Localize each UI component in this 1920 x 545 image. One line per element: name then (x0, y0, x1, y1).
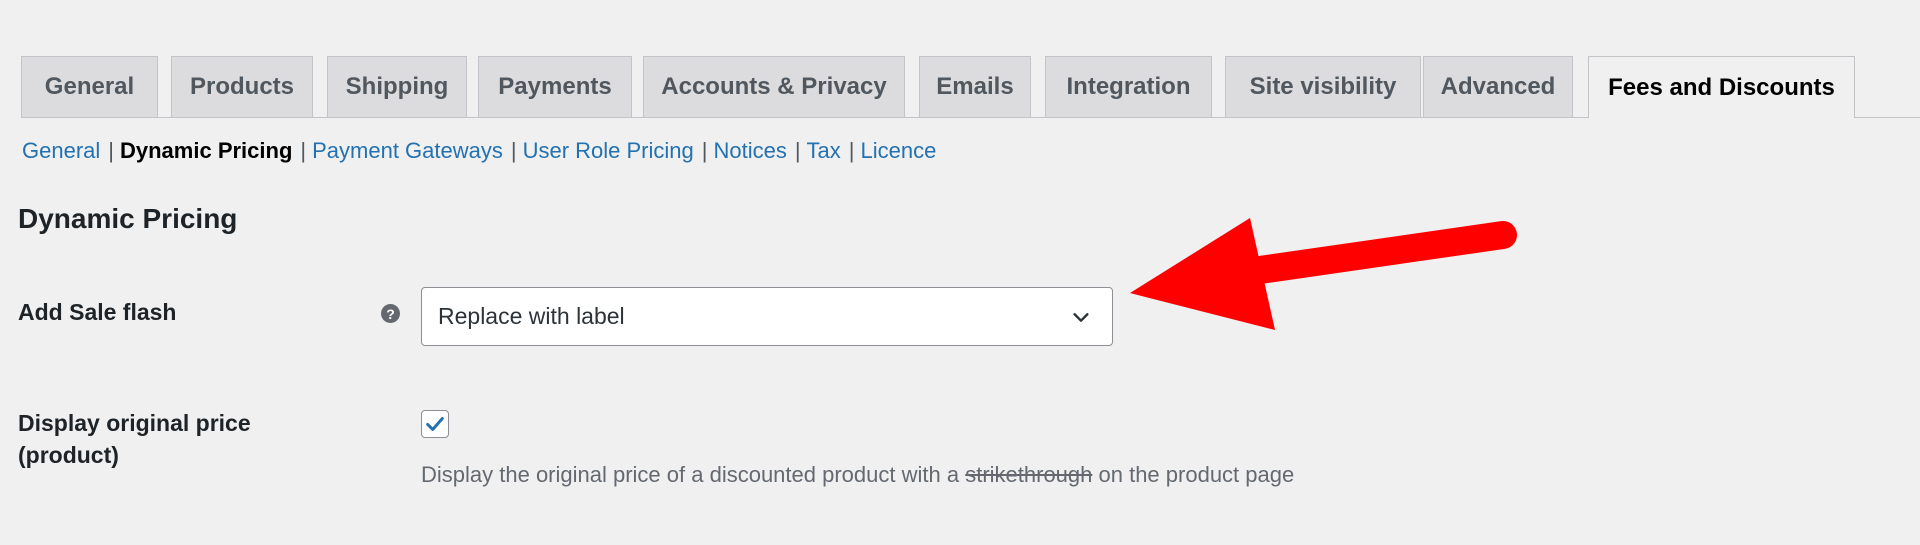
sale-flash-label: Add Sale flash (18, 299, 177, 325)
tab-advanced[interactable]: Advanced (1423, 56, 1573, 117)
subnav-link-tax[interactable]: Tax (807, 138, 841, 163)
tab-general[interactable]: General (21, 56, 158, 117)
tab-label: Emails (936, 73, 1014, 100)
original-price-description: Display the original price of a discount… (421, 462, 1294, 488)
tab-label: General (44, 73, 135, 100)
sale-flash-selected-value: Replace with label (438, 303, 625, 329)
original-price-label-line2: (product) (18, 442, 119, 468)
tab-label: Payments (498, 73, 612, 100)
checkmark-icon (426, 417, 444, 431)
settings-tab-bar: General Products Shipping Payments Accou… (21, 56, 1920, 118)
description-text: Display the original price of a discount… (421, 462, 966, 487)
tab-label: Advanced (1440, 73, 1556, 100)
section-title: Dynamic Pricing (18, 203, 238, 234)
subnav-link-licence[interactable]: Licence (861, 138, 937, 163)
subnav-link-notices[interactable]: Notices (713, 138, 786, 163)
tab-fees-and-discounts[interactable]: Fees and Discounts (1588, 56, 1855, 118)
tab-accounts-privacy[interactable]: Accounts & Privacy (643, 56, 905, 117)
subnav-separator: | (794, 138, 801, 163)
tab-label: Shipping (345, 73, 449, 100)
tab-label: Integration (1066, 73, 1191, 100)
tab-products[interactable]: Products (171, 56, 313, 117)
sale-flash-select[interactable]: Replace with label (421, 287, 1113, 346)
subnav-separator: | (848, 138, 855, 163)
question-circle-icon[interactable]: ? (381, 304, 400, 323)
subnav-separator: | (701, 138, 708, 163)
description-text-end: on the product page (1092, 462, 1295, 487)
strikethrough-word: strikethrough (965, 462, 1093, 487)
red-arrow-annotation (1130, 218, 1517, 330)
subnav-link-payment-gateways[interactable]: Payment Gateways (312, 138, 503, 163)
tab-label: Products (189, 73, 294, 100)
tab-label: Fees and Discounts (1608, 73, 1835, 101)
tab-integration[interactable]: Integration (1045, 56, 1212, 117)
chevron-down-icon (1073, 312, 1089, 322)
subnav-link-user-role-pricing[interactable]: User Role Pricing (523, 138, 694, 163)
tab-emails[interactable]: Emails (919, 56, 1031, 117)
tab-shipping[interactable]: Shipping (327, 56, 467, 117)
tab-site-visibility[interactable]: Site visibility (1225, 56, 1421, 117)
help-icon-glyph: ? (386, 305, 395, 322)
subnav-current-dynamic-pricing: Dynamic Pricing (120, 138, 293, 163)
tab-payments[interactable]: Payments (478, 56, 632, 117)
subnav-separator: | (510, 138, 517, 163)
subnav-link-general[interactable]: General (22, 138, 100, 163)
display-original-price-checkbox[interactable] (421, 410, 449, 438)
subnav-separator: | (108, 138, 114, 163)
subnav-separator: | (300, 138, 307, 163)
original-price-label: Display original price (product) (18, 407, 251, 471)
tab-label: Site visibility (1249, 73, 1397, 100)
tab-label: Accounts & Privacy (661, 73, 887, 100)
original-price-label-line1: Display original price (18, 410, 251, 436)
section-subnav: General | Dynamic Pricing | Payment Gateways… (22, 137, 936, 165)
